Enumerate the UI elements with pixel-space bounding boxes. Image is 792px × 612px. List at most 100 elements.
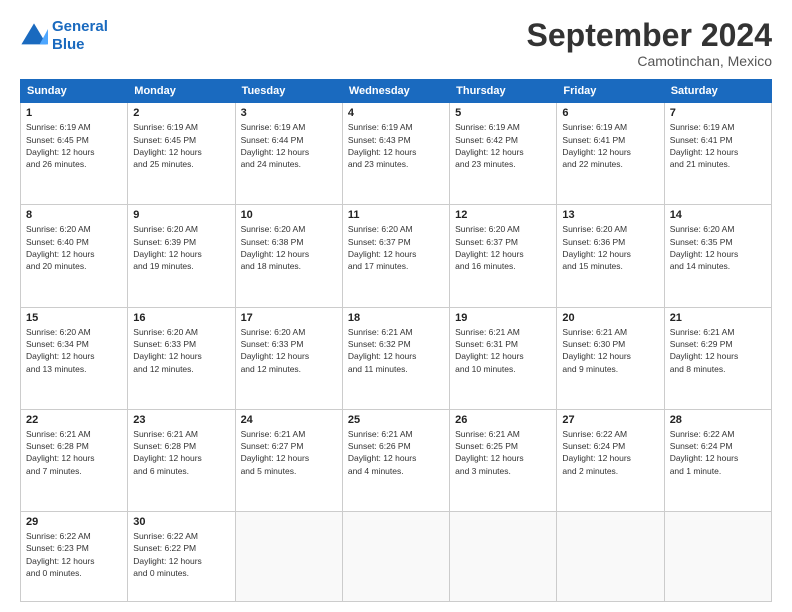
day-info: Sunrise: 6:19 AMSunset: 6:45 PMDaylight:… [26, 121, 122, 170]
day-info: Sunrise: 6:20 AMSunset: 6:37 PMDaylight:… [348, 223, 444, 272]
day-number: 14 [670, 209, 766, 221]
day-number: 3 [241, 107, 337, 119]
day-number: 16 [133, 312, 229, 324]
calendar-cell: 4 Sunrise: 6:19 AMSunset: 6:43 PMDaylight… [342, 103, 449, 205]
day-info: Sunrise: 6:20 AMSunset: 6:34 PMDaylight:… [26, 326, 122, 375]
day-number: 12 [455, 209, 551, 221]
calendar-cell: 6 Sunrise: 6:19 AMSunset: 6:41 PMDaylight… [557, 103, 664, 205]
day-info: Sunrise: 6:19 AMSunset: 6:41 PMDaylight:… [670, 121, 766, 170]
calendar-row: 15 Sunrise: 6:20 AMSunset: 6:34 PMDayligh… [21, 307, 772, 409]
day-number: 28 [670, 414, 766, 426]
calendar-cell: 11 Sunrise: 6:20 AMSunset: 6:37 PMDayligh… [342, 205, 449, 307]
calendar-cell: 23 Sunrise: 6:21 AMSunset: 6:28 PMDayligh… [128, 409, 235, 511]
day-number: 23 [133, 414, 229, 426]
calendar-cell: 29 Sunrise: 6:22 AMSunset: 6:23 PMDayligh… [21, 511, 128, 601]
subtitle: Camotinchan, Mexico [527, 53, 772, 69]
calendar-cell: 30 Sunrise: 6:22 AMSunset: 6:22 PMDayligh… [128, 511, 235, 601]
calendar-body: 1 Sunrise: 6:19 AMSunset: 6:45 PMDaylight… [21, 103, 772, 602]
day-info: Sunrise: 6:19 AMSunset: 6:44 PMDaylight:… [241, 121, 337, 170]
day-info: Sunrise: 6:19 AMSunset: 6:43 PMDaylight:… [348, 121, 444, 170]
day-info: Sunrise: 6:21 AMSunset: 6:26 PMDaylight:… [348, 428, 444, 477]
day-info: Sunrise: 6:22 AMSunset: 6:22 PMDaylight:… [133, 530, 229, 579]
calendar-cell: 10 Sunrise: 6:20 AMSunset: 6:38 PMDayligh… [235, 205, 342, 307]
calendar-cell: 20Sunrise: 6:21 AMSunset: 6:30 PMDayligh… [557, 307, 664, 409]
calendar-cell [342, 511, 449, 601]
calendar-cell: 7 Sunrise: 6:19 AMSunset: 6:41 PMDaylight… [664, 103, 771, 205]
day-info: Sunrise: 6:20 AMSunset: 6:36 PMDaylight:… [562, 223, 658, 272]
calendar-row: 1 Sunrise: 6:19 AMSunset: 6:45 PMDaylight… [21, 103, 772, 205]
day-number: 10 [241, 209, 337, 221]
calendar-cell: 27Sunrise: 6:22 AMSunset: 6:24 PMDayligh… [557, 409, 664, 511]
day-number: 8 [26, 209, 122, 221]
day-number: 2 [133, 107, 229, 119]
day-info: Sunrise: 6:21 AMSunset: 6:25 PMDaylight:… [455, 428, 551, 477]
day-info: Sunrise: 6:20 AMSunset: 6:38 PMDaylight:… [241, 223, 337, 272]
calendar-cell: 8 Sunrise: 6:20 AMSunset: 6:40 PMDaylight… [21, 205, 128, 307]
day-number: 1 [26, 107, 122, 119]
calendar-cell: 22 Sunrise: 6:21 AMSunset: 6:28 PMDayligh… [21, 409, 128, 511]
day-info: Sunrise: 6:19 AMSunset: 6:42 PMDaylight:… [455, 121, 551, 170]
weekday-header: Sunday [21, 80, 128, 103]
calendar-cell: 28 Sunrise: 6:22 AMSunset: 6:24 PMDayligh… [664, 409, 771, 511]
day-number: 6 [562, 107, 658, 119]
day-number: 21 [670, 312, 766, 324]
calendar-table: SundayMondayTuesdayWednesdayThursdayFrid… [20, 79, 772, 602]
calendar-cell: 19 Sunrise: 6:21 AMSunset: 6:31 PMDayligh… [450, 307, 557, 409]
calendar-cell [557, 511, 664, 601]
day-info: Sunrise: 6:21 AMSunset: 6:28 PMDaylight:… [133, 428, 229, 477]
day-number: 15 [26, 312, 122, 324]
day-info: Sunrise: 6:21 AMSunset: 6:30 PMDaylight:… [562, 326, 658, 375]
calendar-cell: 24 Sunrise: 6:21 AMSunset: 6:27 PMDayligh… [235, 409, 342, 511]
page: General Blue September 2024 Camotinchan,… [0, 0, 792, 612]
day-number: 4 [348, 107, 444, 119]
day-info: Sunrise: 6:21 AMSunset: 6:27 PMDaylight:… [241, 428, 337, 477]
calendar-cell [664, 511, 771, 601]
calendar-cell: 9Sunrise: 6:20 AMSunset: 6:39 PMDaylight… [128, 205, 235, 307]
calendar-cell: 16Sunrise: 6:20 AMSunset: 6:33 PMDayligh… [128, 307, 235, 409]
day-number: 13 [562, 209, 658, 221]
calendar-cell [235, 511, 342, 601]
day-number: 19 [455, 312, 551, 324]
day-number: 30 [133, 516, 229, 528]
weekday-header: Tuesday [235, 80, 342, 103]
calendar-header-row: SundayMondayTuesdayWednesdayThursdayFrid… [21, 80, 772, 103]
calendar-row: 29 Sunrise: 6:22 AMSunset: 6:23 PMDayligh… [21, 511, 772, 601]
day-number: 22 [26, 414, 122, 426]
main-title: September 2024 [527, 18, 772, 53]
day-info: Sunrise: 6:19 AMSunset: 6:45 PMDaylight:… [133, 121, 229, 170]
day-info: Sunrise: 6:20 AMSunset: 6:33 PMDaylight:… [241, 326, 337, 375]
weekday-header: Thursday [450, 80, 557, 103]
day-info: Sunrise: 6:19 AMSunset: 6:41 PMDaylight:… [562, 121, 658, 170]
title-block: September 2024 Camotinchan, Mexico [527, 18, 772, 69]
day-info: Sunrise: 6:21 AMSunset: 6:28 PMDaylight:… [26, 428, 122, 477]
calendar-cell: 21 Sunrise: 6:21 AMSunset: 6:29 PMDayligh… [664, 307, 771, 409]
day-info: Sunrise: 6:22 AMSunset: 6:24 PMDaylight:… [670, 428, 766, 477]
day-info: Sunrise: 6:22 AMSunset: 6:23 PMDaylight:… [26, 530, 122, 579]
calendar-cell: 13 Sunrise: 6:20 AMSunset: 6:36 PMDayligh… [557, 205, 664, 307]
day-number: 5 [455, 107, 551, 119]
calendar-cell: 12Sunrise: 6:20 AMSunset: 6:37 PMDayligh… [450, 205, 557, 307]
weekday-header: Monday [128, 80, 235, 103]
weekday-header: Friday [557, 80, 664, 103]
day-number: 9 [133, 209, 229, 221]
calendar-cell: 3 Sunrise: 6:19 AMSunset: 6:44 PMDaylight… [235, 103, 342, 205]
day-info: Sunrise: 6:20 AMSunset: 6:40 PMDaylight:… [26, 223, 122, 272]
calendar-cell: 1 Sunrise: 6:19 AMSunset: 6:45 PMDaylight… [21, 103, 128, 205]
calendar-row: 8 Sunrise: 6:20 AMSunset: 6:40 PMDaylight… [21, 205, 772, 307]
day-number: 17 [241, 312, 337, 324]
day-info: Sunrise: 6:22 AMSunset: 6:24 PMDaylight:… [562, 428, 658, 477]
day-number: 24 [241, 414, 337, 426]
day-info: Sunrise: 6:21 AMSunset: 6:29 PMDaylight:… [670, 326, 766, 375]
weekday-header: Saturday [664, 80, 771, 103]
day-number: 25 [348, 414, 444, 426]
logo-icon [20, 22, 48, 50]
day-number: 11 [348, 209, 444, 221]
day-number: 18 [348, 312, 444, 324]
calendar-cell: 25 Sunrise: 6:21 AMSunset: 6:26 PMDayligh… [342, 409, 449, 511]
calendar-cell: 18Sunrise: 6:21 AMSunset: 6:32 PMDayligh… [342, 307, 449, 409]
day-info: Sunrise: 6:21 AMSunset: 6:31 PMDaylight:… [455, 326, 551, 375]
day-number: 26 [455, 414, 551, 426]
day-number: 29 [26, 516, 122, 528]
logo-text: General Blue [52, 18, 108, 54]
day-number: 7 [670, 107, 766, 119]
